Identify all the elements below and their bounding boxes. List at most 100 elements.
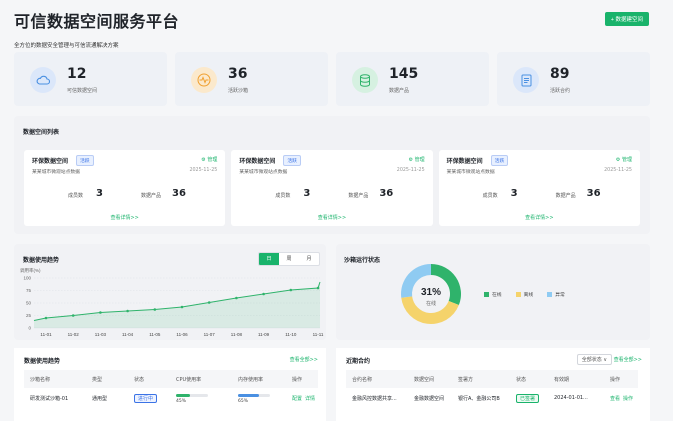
tab-day[interactable]: 日	[259, 253, 279, 265]
space-name: 环保数据空间	[446, 158, 483, 165]
sandbox-table-panel: 数据使用趋势 查看全部>> 沙箱名称 类型 状态 CPU使用率 内存使用率 操作…	[14, 348, 326, 421]
y-tick-label: 25	[26, 313, 32, 318]
column-header[interactable]: 签署方	[452, 370, 510, 388]
create-space-button[interactable]: + 数据建空间	[604, 12, 649, 26]
table-row[interactable]: 研发测试沙箱-01 通用型 进行中 45% 65% 配置 详情	[24, 388, 318, 408]
view-details-link[interactable]: 查看详情>>	[439, 214, 640, 221]
member-count: 3	[510, 188, 518, 199]
cloud-icon	[30, 67, 56, 93]
product-count: 36	[586, 188, 601, 199]
x-tick-label: 11-04	[122, 332, 134, 337]
column-header[interactable]: 有效期	[548, 370, 604, 388]
trend-point	[126, 309, 129, 313]
x-tick-label: 11-09	[258, 332, 270, 337]
space-name: 环保数据空间	[32, 158, 69, 165]
status-badge: 活跃	[490, 155, 509, 166]
column-header[interactable]: 合约名称	[346, 370, 408, 388]
stat-label: 可信数据空间	[67, 88, 98, 94]
memory-usage-fill	[238, 393, 259, 397]
usage-trend-panel: 数据使用趋势 日 周 月 调用率(%) 0 25 50 75 100 11-01 11-02 1…	[14, 244, 326, 340]
view-link[interactable]: 查看	[610, 396, 620, 402]
page-subtitle: 全方位的数据安全管理与可信流通解决方案	[14, 43, 119, 49]
x-tick-label: 11-11	[313, 332, 324, 337]
stat-card-sandboxes[interactable]: 36 活跃沙箱	[175, 52, 328, 106]
pulse-icon	[191, 67, 217, 93]
trend-point	[289, 288, 293, 292]
space-card[interactable]: 环保数据空间 活跃 ⚙ 管理 某某城市微观站点数据 2025-11-25 成员数…	[231, 150, 433, 226]
column-header[interactable]: 状态	[128, 370, 170, 388]
action-link[interactable]: 操作	[623, 396, 633, 402]
stat-value: 145	[389, 66, 419, 82]
legend-item: 异常	[547, 291, 565, 298]
stats-row: 12 可信数据空间 36 活跃沙箱 145 数据产品 89 活跃合约	[14, 52, 650, 106]
configure-link[interactable]: 配置	[292, 396, 302, 402]
details-link[interactable]: 详情	[305, 396, 315, 402]
tab-week[interactable]: 周	[279, 253, 299, 265]
tab-month[interactable]: 月	[299, 253, 319, 265]
trend-point	[235, 296, 238, 300]
donut-center-label: 在线	[426, 300, 436, 307]
manage-link[interactable]: ⚙ 管理	[616, 156, 632, 163]
member-count-label: 成员数	[482, 193, 498, 199]
stat-label: 数据产品	[389, 88, 410, 94]
member-count: 3	[96, 188, 103, 199]
column-header[interactable]: 操作	[604, 370, 638, 388]
donut-slice-0	[431, 264, 461, 306]
column-header[interactable]: 数据空间	[408, 370, 452, 388]
legend-swatch	[484, 292, 489, 297]
column-header[interactable]: 内存使用率	[232, 370, 286, 388]
column-header[interactable]: CPU使用率	[170, 370, 232, 388]
product-count: 36	[172, 188, 186, 199]
stat-card-products[interactable]: 145 数据产品	[336, 52, 489, 106]
contract-table-title: 近期合约	[346, 358, 371, 365]
y-tick-label: 50	[26, 301, 32, 306]
y-axis-label: 调用率(%)	[20, 267, 41, 274]
scroll-fade	[336, 407, 650, 421]
y-tick-label: 100	[23, 276, 31, 281]
product-count-label: 数据产品	[141, 193, 162, 199]
cpu-usage-value: 45%	[176, 398, 187, 404]
table-row[interactable]: 金融风控数据共享... 金融数据空间 银行A、金融公司B 已签署 2024-01…	[346, 388, 638, 408]
page-title: 可信数据空间服务平台	[14, 12, 180, 31]
status-badge: 活跃	[76, 155, 94, 166]
legend-item: 离线	[515, 291, 533, 298]
trend-area	[34, 282, 320, 328]
space-date: 2025-11-25	[396, 168, 425, 173]
view-details-link[interactable]: 查看详情>>	[24, 214, 225, 221]
x-tick-label: 11-06	[176, 332, 188, 337]
document-icon	[513, 67, 539, 93]
y-tick-label: 0	[28, 326, 31, 331]
column-header[interactable]: 沙箱名称	[24, 370, 86, 388]
space-card[interactable]: 环保数据空间 活跃 ⚙ 管理 某某城市微观站点数据 2025-11-25 成员数…	[24, 150, 226, 226]
stat-card-spaces[interactable]: 12 可信数据空间	[14, 52, 167, 106]
space-description: 某某城市微观站点数据	[446, 170, 495, 175]
cpu-usage-bar	[176, 393, 208, 397]
space-date: 2025-11-25	[604, 168, 632, 173]
view-all-link[interactable]: 查看全部>>	[290, 356, 318, 363]
column-header[interactable]: 类型	[86, 370, 128, 388]
view-details-link[interactable]: 查看详情>>	[231, 214, 432, 221]
manage-link[interactable]: ⚙ 管理	[409, 156, 425, 163]
y-tick-label: 75	[26, 288, 32, 293]
member-count-label: 成员数	[68, 193, 84, 199]
sandbox-status-panel: 沙箱运行状态 31% 在线 在线 离线 异常	[336, 244, 650, 340]
x-tick-label: 11-02	[68, 332, 80, 337]
space-description: 某某城市微观站点数据	[32, 170, 80, 175]
sandbox-type: 通用型	[92, 395, 108, 402]
status-filter-select[interactable]: 全部状态 ∨	[576, 354, 612, 365]
member-count-label: 成员数	[275, 193, 291, 199]
stat-card-contracts[interactable]: 89 活跃合约	[497, 52, 650, 106]
space-list-panel: 数据空间列表 环保数据空间 活跃 ⚙ 管理 某某城市微观站点数据 2025-11…	[14, 116, 650, 234]
sandbox-table-title: 数据使用趋势	[24, 358, 61, 365]
product-count: 36	[379, 188, 394, 199]
status-badge: 活跃	[283, 155, 301, 166]
stat-value: 12	[67, 66, 87, 82]
column-header[interactable]: 状态	[510, 370, 548, 388]
view-all-link[interactable]: 查看全部>>	[614, 356, 642, 363]
sandbox-status-title: 沙箱运行状态	[344, 257, 381, 264]
x-tick-label: 11-03	[95, 332, 107, 337]
trend-point	[71, 314, 75, 317]
column-header[interactable]: 操作	[286, 370, 319, 388]
manage-link[interactable]: ⚙ 管理	[201, 156, 217, 163]
space-card[interactable]: 环保数据空间 活跃 ⚙ 管理 某某城市微观站点数据 2025-11-25 成员数…	[438, 150, 640, 226]
